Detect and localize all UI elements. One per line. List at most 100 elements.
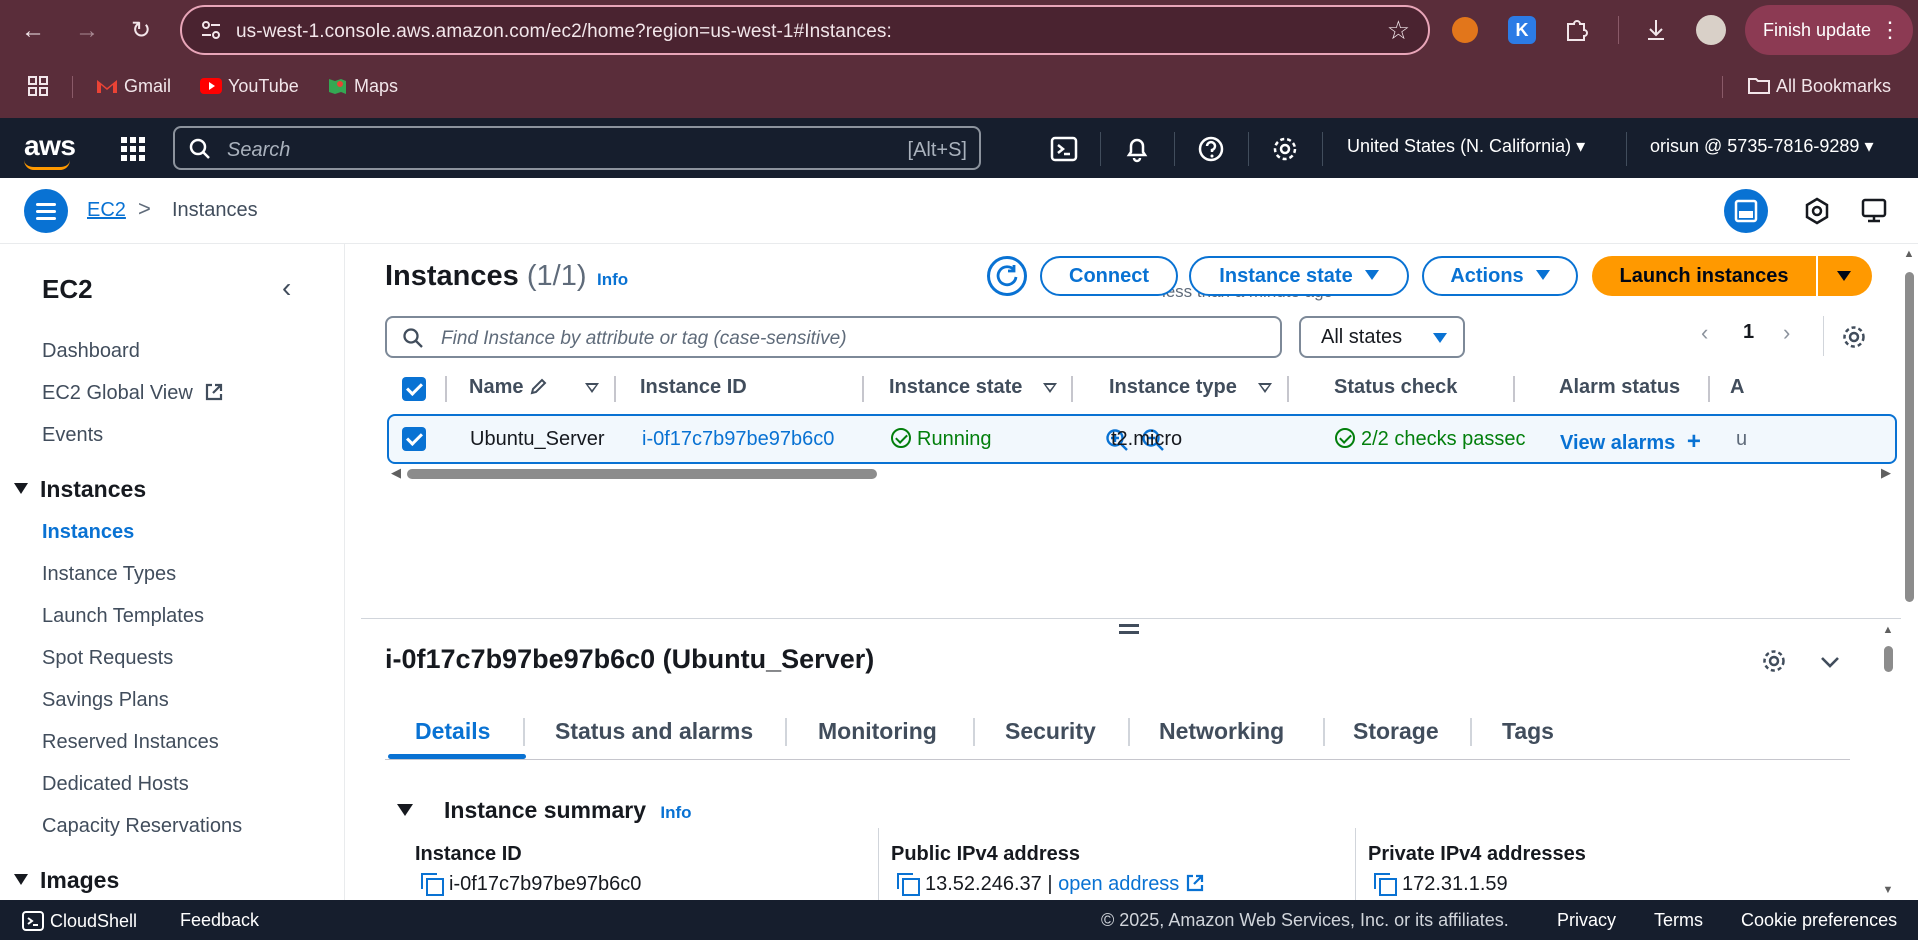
sidebar-item-instance-types[interactable]: Instance Types [42, 563, 176, 586]
scroll-down-icon[interactable]: ▼ [342, 882, 345, 894]
sort-icon[interactable] [1258, 383, 1272, 393]
column-header-instance-id[interactable]: Instance ID [640, 376, 747, 399]
reload-icon[interactable]: ↻ [124, 14, 158, 48]
bookmark-star-icon[interactable]: ☆ [1387, 15, 1410, 46]
split-panel-button[interactable] [1724, 189, 1768, 233]
sidebar-item-savings-plans[interactable]: Savings Plans [42, 689, 169, 712]
next-page-icon[interactable]: › [1783, 320, 1790, 346]
finish-update-button[interactable]: Finish update ⋮ [1745, 5, 1913, 55]
refresh-button[interactable] [987, 256, 1027, 296]
address-bar[interactable]: us-west-1.console.aws.amazon.com/ec2/hom… [180, 5, 1430, 55]
copy-icon[interactable] [1374, 873, 1397, 896]
help-icon[interactable] [1196, 134, 1226, 164]
services-grid-icon[interactable] [120, 136, 146, 162]
bookmark-youtube[interactable]: YouTube [200, 74, 299, 98]
profile-avatar[interactable] [1696, 15, 1726, 45]
copy-icon[interactable] [421, 873, 444, 896]
tutorial-panel-icon[interactable] [1852, 189, 1896, 233]
bookmark-gmail[interactable]: Gmail [96, 74, 171, 98]
info-link[interactable]: Info [660, 803, 691, 822]
table-preferences-gear-icon[interactable] [1841, 324, 1867, 350]
scroll-right-icon[interactable]: ▶ [1881, 465, 1891, 481]
tab-status-and-alarms[interactable]: Status and alarms [555, 718, 753, 745]
sidebar-item-dashboard[interactable]: Dashboard [42, 340, 140, 363]
scroll-thumb[interactable] [1884, 646, 1893, 672]
instance-filter-input[interactable]: Find Instance by attribute or tag (case-… [385, 316, 1282, 358]
connect-button[interactable]: Connect [1040, 256, 1178, 296]
copy-icon[interactable] [897, 873, 920, 896]
sidebar-item-spot-requests[interactable]: Spot Requests [42, 647, 173, 670]
tab-tags[interactable]: Tags [1502, 718, 1554, 745]
side-nav-toggle-button[interactable] [24, 189, 68, 233]
site-settings-icon[interactable] [200, 19, 222, 41]
sidebar-item-instances[interactable]: Instances [42, 521, 134, 544]
sort-icon[interactable] [1043, 383, 1057, 393]
sidebar-item-global-view[interactable]: EC2 Global View [42, 382, 224, 405]
cookie-preferences-link[interactable]: Cookie preferences [1741, 910, 1897, 931]
actions-button[interactable]: Actions [1422, 256, 1578, 296]
settings-gear-icon[interactable] [1270, 134, 1300, 164]
chevron-down-icon[interactable] [1818, 650, 1842, 674]
launch-instances-button[interactable]: Launch instances [1592, 256, 1816, 296]
scroll-up-icon[interactable]: ▲ [1881, 624, 1895, 636]
sidebar-section-images[interactable]: Images [14, 867, 119, 894]
k-extension-icon[interactable]: K [1508, 16, 1536, 44]
select-all-checkbox[interactable] [402, 377, 426, 401]
open-address-link[interactable]: open address [1058, 873, 1179, 895]
sidebar-item-events[interactable]: Events [42, 424, 103, 447]
metamask-extension-icon[interactable] [1452, 17, 1478, 43]
resize-handle-icon[interactable] [1119, 624, 1139, 634]
forward-icon[interactable]: → [70, 14, 104, 48]
menu-dots-icon[interactable]: ⋮ [1879, 5, 1901, 55]
tab-security[interactable]: Security [1005, 718, 1096, 745]
cell-name[interactable]: Ubuntu_Server [470, 428, 605, 451]
column-header-availability-zone[interactable]: A [1730, 376, 1744, 399]
cell-instance-id-link[interactable]: i-0f17c7b97be97b6c0 [642, 428, 834, 451]
tab-storage[interactable]: Storage [1353, 718, 1439, 745]
sidebar-section-instances[interactable]: Instances [14, 476, 146, 503]
row-checkbox[interactable] [402, 427, 426, 451]
all-bookmarks[interactable]: All Bookmarks [1748, 74, 1891, 98]
scroll-thumb[interactable] [1905, 272, 1914, 602]
launch-instances-dropdown[interactable] [1818, 256, 1872, 296]
sidebar-item-capacity-reservations[interactable]: Capacity Reservations [42, 815, 242, 838]
add-alarm-icon[interactable]: + [1687, 428, 1701, 455]
breadcrumb-ec2-link[interactable]: EC2 [87, 199, 126, 222]
sidebar-scrollbar[interactable]: ▲ ▼ [342, 248, 345, 894]
table-row[interactable]: Ubuntu_Server i-0f17c7b97be97b6c0 Runnin… [387, 414, 1897, 464]
instance-summary-toggle[interactable]: Instance summary Info [397, 797, 692, 824]
account-menu[interactable]: orisun @ 5735-7816-9289 ▾ [1650, 136, 1873, 157]
aws-logo[interactable]: aws [24, 130, 76, 170]
info-link[interactable]: Info [597, 270, 628, 290]
back-icon[interactable]: ← [16, 14, 50, 48]
column-header-instance-type[interactable]: Instance type [1109, 376, 1237, 399]
download-icon[interactable] [1640, 14, 1672, 46]
cloudshell-button[interactable]: CloudShell [22, 910, 137, 932]
scroll-thumb[interactable] [407, 469, 877, 479]
aws-search-input[interactable]: Search [Alt+S] [173, 126, 981, 170]
terms-link[interactable]: Terms [1654, 910, 1703, 931]
tab-networking[interactable]: Networking [1159, 718, 1284, 745]
cloudshell-icon[interactable] [1049, 134, 1079, 164]
scroll-left-icon[interactable]: ◀ [391, 465, 401, 481]
privacy-link[interactable]: Privacy [1557, 910, 1616, 931]
scroll-up-icon[interactable]: ▲ [342, 248, 345, 260]
table-horizontal-scrollbar[interactable]: ◀ ▶ [391, 464, 1891, 482]
instance-state-button[interactable]: Instance state [1189, 256, 1409, 296]
apps-grid-icon[interactable] [28, 76, 48, 96]
prev-page-icon[interactable]: ‹ [1701, 320, 1708, 346]
collapse-sidebar-icon[interactable]: ‹ [282, 272, 291, 304]
bell-icon[interactable] [1122, 134, 1152, 164]
states-filter-select[interactable]: All states [1299, 316, 1465, 358]
feedback-link[interactable]: Feedback [180, 910, 259, 931]
tab-monitoring[interactable]: Monitoring [818, 718, 937, 745]
sidebar-item-reserved-instances[interactable]: Reserved Instances [42, 731, 219, 754]
tab-details[interactable]: Details [415, 718, 490, 745]
url-text[interactable]: us-west-1.console.aws.amazon.com/ec2/hom… [236, 21, 892, 43]
sidebar-item-launch-templates[interactable]: Launch Templates [42, 605, 204, 628]
column-header-name[interactable]: Name [469, 376, 549, 399]
notifications-shield-icon[interactable] [1795, 189, 1839, 233]
instances-scrollbar[interactable]: ▲ [1902, 248, 1916, 618]
column-header-status-check[interactable]: Status check [1334, 376, 1457, 399]
view-alarms-link[interactable]: View alarms + [1560, 428, 1701, 456]
